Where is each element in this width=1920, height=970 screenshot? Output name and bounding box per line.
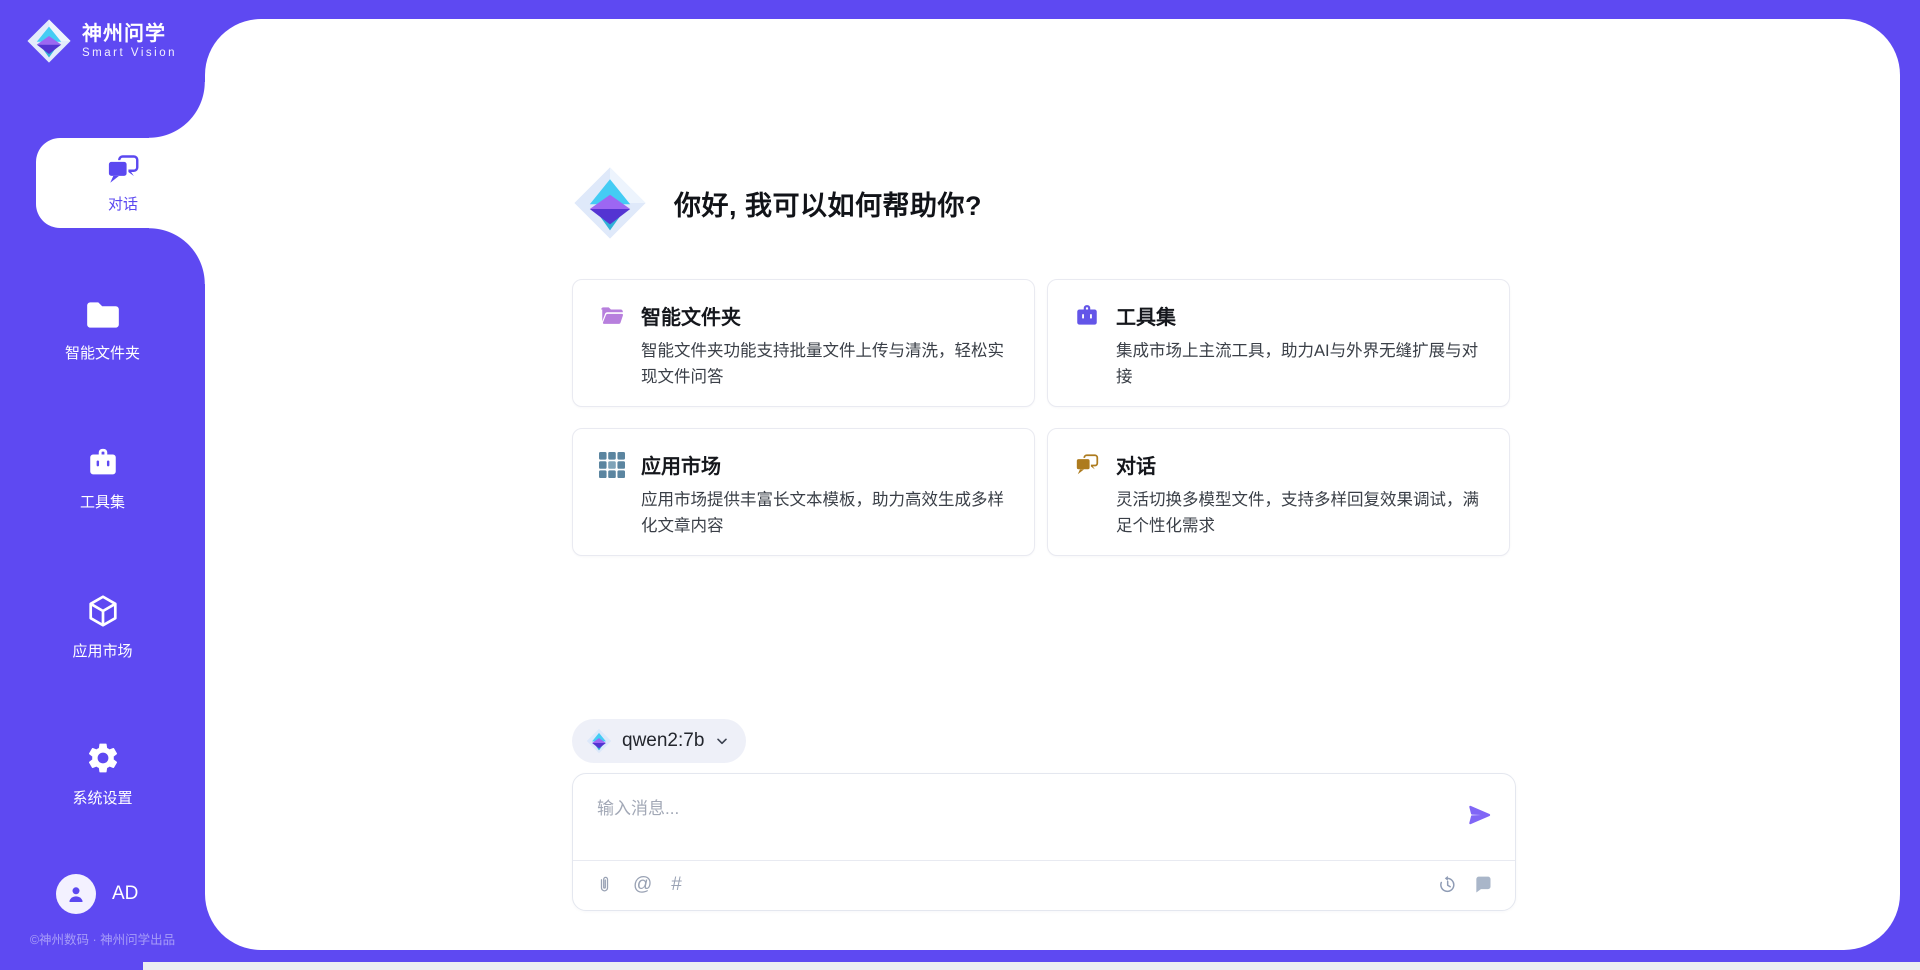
message-input[interactable] <box>573 774 1451 858</box>
card-title: 智能文件夹 <box>641 301 741 330</box>
brand-subtitle: Smart Vision <box>82 47 177 59</box>
hashtag-icon[interactable]: # <box>671 875 682 894</box>
card-title: 应用市场 <box>641 450 721 479</box>
send-icon[interactable] <box>1467 802 1493 828</box>
message-composer: @ # <box>572 773 1516 911</box>
copyright-text: ©神州数码 · 神州问学出品 <box>0 929 205 948</box>
composer-toolbar: @ # <box>573 859 1515 910</box>
card-title: 工具集 <box>1116 301 1176 330</box>
history-icon[interactable] <box>1437 874 1458 895</box>
chevron-down-icon <box>714 733 730 749</box>
main-panel: 你好, 我可以如何帮助你? 智能文件夹 智能文件夹功能支持批量文件上传与清洗，轻… <box>205 19 1900 950</box>
brand-name: 神州问学 <box>82 23 177 45</box>
greeting-title: 你好, 我可以如何帮助你? <box>674 184 982 223</box>
card-title: 对话 <box>1116 450 1156 479</box>
sidebar-item-label: 智能文件夹 <box>65 342 140 363</box>
cube-icon <box>85 593 121 629</box>
sidebar-item-label: 系统设置 <box>72 787 132 808</box>
model-diamond-logo-icon <box>586 728 612 754</box>
chat-bubble-icon[interactable] <box>1473 875 1493 895</box>
folder-open-icon <box>599 303 625 329</box>
sidebar-item-app-market[interactable]: 应用市场 <box>0 593 205 661</box>
card-smart-folders[interactable]: 智能文件夹 智能文件夹功能支持批量文件上传与清洗，轻松实现文件问答 <box>572 279 1035 407</box>
card-description: 智能文件夹功能支持批量文件上传与清洗，轻松实现文件问答 <box>641 339 1008 390</box>
card-description: 灵活切换多模型文件，支持多样回复效果调试，满足个性化需求 <box>1116 488 1483 539</box>
attach-file-icon[interactable] <box>595 874 614 895</box>
sidebar: 神州问学 Smart Vision 对话 智能文件夹 <box>0 0 205 970</box>
sidebar-item-chat[interactable]: 对话 <box>36 138 210 228</box>
tab-curve-bottom <box>149 228 205 284</box>
sidebar-item-label: 应用市场 <box>72 640 132 661</box>
greeting-diamond-logo-icon <box>572 165 648 241</box>
chat-icon <box>105 153 141 187</box>
tab-curve-top <box>149 82 205 138</box>
brand: 神州问学 Smart Vision <box>26 18 177 64</box>
user-initials: AD <box>112 883 138 905</box>
briefcase-icon <box>1074 303 1100 329</box>
app-window: 神州问学 Smart Vision 对话 智能文件夹 <box>0 0 1920 970</box>
briefcase-icon <box>85 446 121 480</box>
card-description: 集成市场上主流工具，助力AI与外界无缝扩展与对接 <box>1116 339 1483 390</box>
gear-icon <box>85 740 121 776</box>
sidebar-item-label: 工具集 <box>80 491 125 512</box>
feature-cards: 智能文件夹 智能文件夹功能支持批量文件上传与清洗，轻松实现文件问答 工具集 集成… <box>572 279 1516 556</box>
sidebar-item-toolset[interactable]: 工具集 <box>0 446 205 512</box>
horizontal-scrollbar[interactable] <box>143 962 1920 970</box>
model-selector[interactable]: qwen2:7b <box>572 719 746 763</box>
chat-icon <box>1074 452 1100 478</box>
sidebar-item-label: 对话 <box>108 193 138 214</box>
grid-icon <box>599 452 625 478</box>
mention-icon[interactable]: @ <box>633 875 652 894</box>
user-account[interactable]: AD <box>56 874 138 914</box>
card-description: 应用市场提供丰富长文本模板，助力高效生成多样化文章内容 <box>641 488 1008 539</box>
brand-diamond-logo-icon <box>26 18 72 64</box>
model-name: qwen2:7b <box>622 730 704 752</box>
sidebar-item-system-settings[interactable]: 系统设置 <box>0 740 205 808</box>
greeting: 你好, 我可以如何帮助你? <box>572 165 1516 241</box>
card-toolset[interactable]: 工具集 集成市场上主流工具，助力AI与外界无缝扩展与对接 <box>1047 279 1510 407</box>
avatar <box>56 874 96 914</box>
card-chat[interactable]: 对话 灵活切换多模型文件，支持多样回复效果调试，满足个性化需求 <box>1047 428 1510 556</box>
person-icon <box>64 882 88 906</box>
card-app-market[interactable]: 应用市场 应用市场提供丰富长文本模板，助力高效生成多样化文章内容 <box>572 428 1035 556</box>
sidebar-item-smart-folders[interactable]: 智能文件夹 <box>0 299 205 363</box>
folder-icon <box>84 299 122 331</box>
